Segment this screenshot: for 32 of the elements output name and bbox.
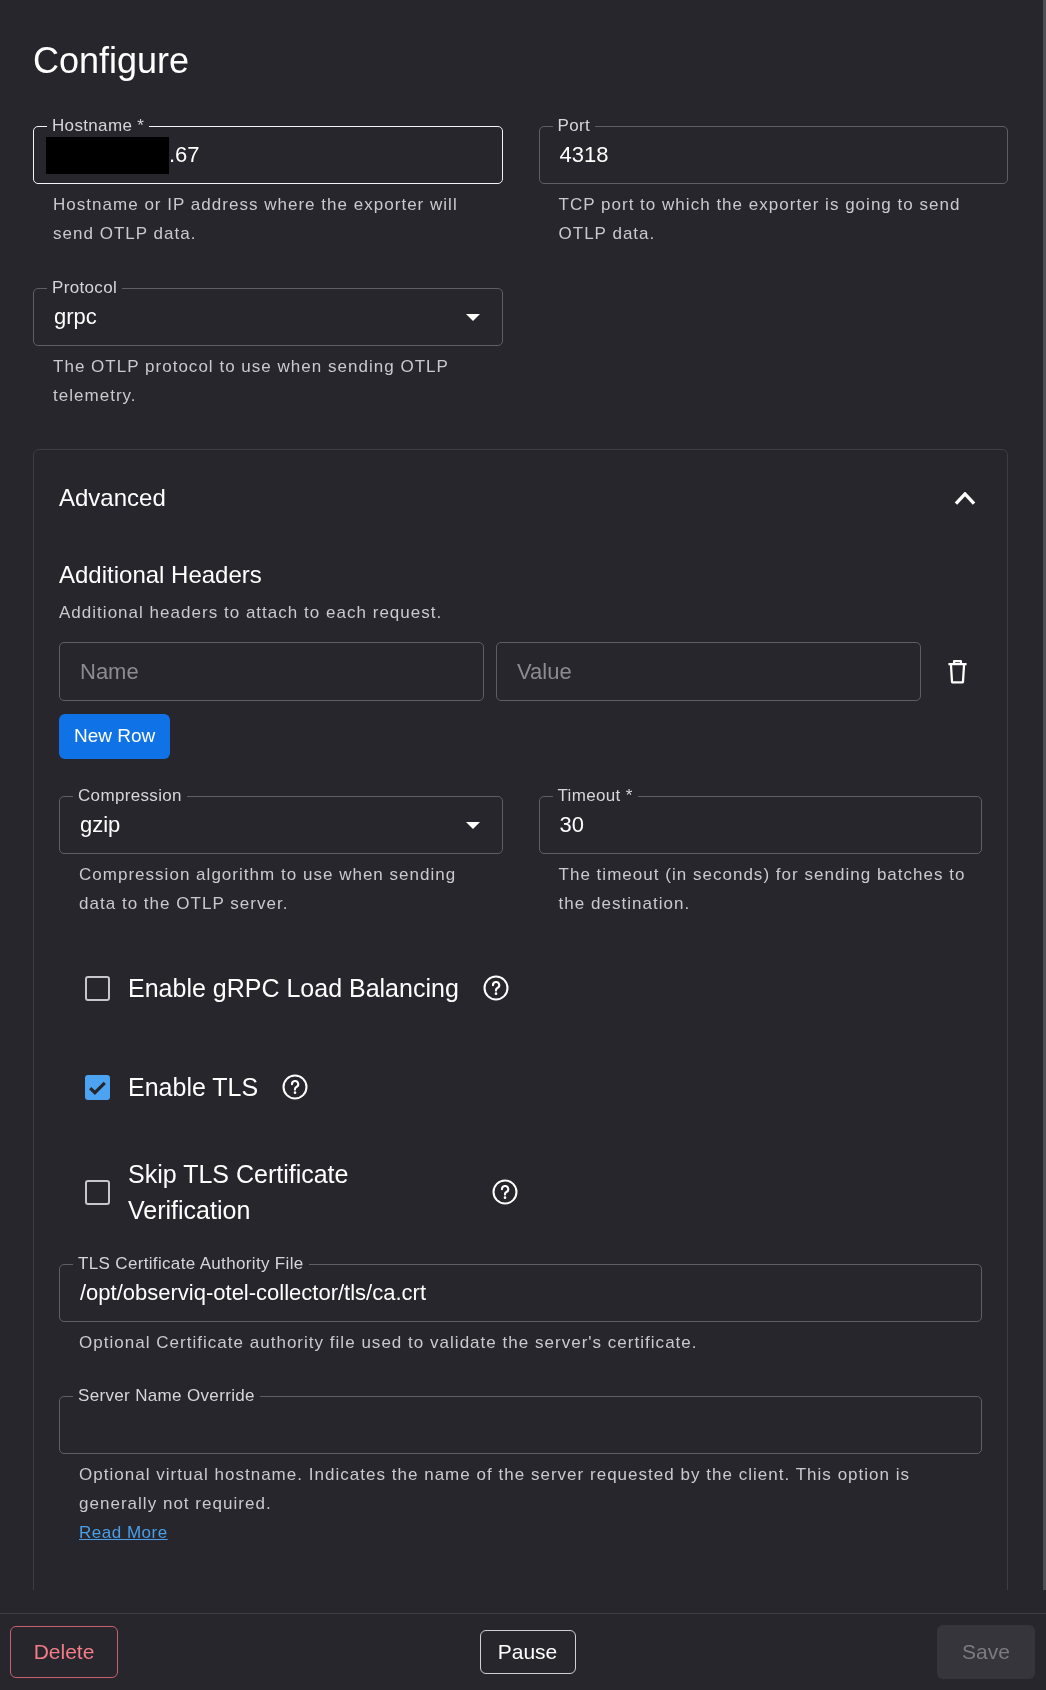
helper-text: Compression algorithm to use when sending data to the OTLP server.	[78, 864, 458, 915]
helper-text: Optional Certificate authority file used to validate the server's certificate.	[78, 1332, 699, 1354]
checkbox[interactable]	[85, 975, 110, 1001]
checkbox-label[interactable]: Skip TLS Certificate Verification	[128, 1156, 468, 1228]
caret-down-icon	[465, 821, 480, 829]
help-icon[interactable]	[482, 975, 509, 1001]
chevron-up-icon[interactable]	[954, 491, 976, 505]
help-icon[interactable]	[282, 1074, 309, 1100]
new-row-button[interactable]: New Row	[59, 714, 171, 759]
trash-icon[interactable]	[947, 659, 968, 684]
checkbox[interactable]	[85, 1074, 110, 1100]
field-label: TLS Certificate Authority File	[73, 1254, 309, 1274]
input-field[interactable]: Name	[59, 642, 484, 701]
page-title: Configure	[33, 39, 191, 83]
section-heading: Additional Headers	[59, 560, 263, 590]
field-label: Compression	[73, 786, 187, 806]
read-more-link[interactable]: Read More	[79, 1523, 168, 1542]
section-description: Additional headers to attach to each request.	[59, 602, 444, 624]
helper-text: The OTLP protocol to use when sending OTLP telemetry.	[52, 356, 450, 407]
checkbox-label[interactable]: Enable TLS	[128, 1069, 259, 1105]
caret-down-icon	[465, 313, 480, 321]
accordion-title[interactable]: Advanced	[59, 482, 166, 514]
checkbox[interactable]	[85, 1179, 110, 1205]
checkbox-label[interactable]: Enable gRPC Load Balancing	[128, 970, 459, 1006]
helper-text: Hostname or IP address where the exporter will send OTLP data.	[52, 194, 459, 245]
delete-button[interactable]: Delete	[10, 1626, 118, 1678]
help-icon[interactable]	[492, 1179, 518, 1205]
helper-text: TCP port to which the exporter is going to send OTLP data.	[557, 194, 962, 245]
input-field[interactable]: Value	[496, 642, 921, 701]
helper-text: The timeout (in seconds) for sending batches to the destination.	[557, 864, 967, 915]
helper-text: Optional virtual hostname. Indicates the name of the server requested by the client. This option is generally not required.	[78, 1464, 912, 1515]
pause-button[interactable]: Pause	[479, 1630, 576, 1674]
